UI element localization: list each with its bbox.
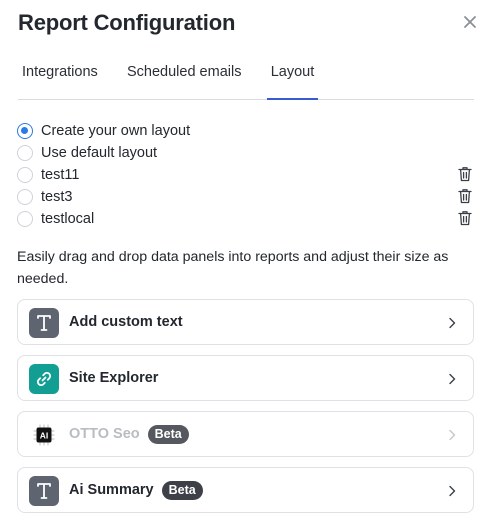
layout-description: Easily drag and drop data panels into re… <box>17 249 449 287</box>
radio-button[interactable] <box>17 145 33 161</box>
text-t-icon <box>29 476 59 506</box>
chevron-right-icon <box>447 484 457 497</box>
beta-badge: Beta <box>147 424 189 444</box>
tab-bar: Integrations Scheduled emails Layout <box>18 56 474 100</box>
layout-option-create-own[interactable]: Create your own layout <box>17 120 477 142</box>
layout-option-test3[interactable]: test3 <box>17 186 477 208</box>
panel-ai-summary[interactable]: Ai Summary Beta <box>17 467 474 513</box>
trash-icon[interactable] <box>458 210 472 226</box>
dialog-title: Report Configuration <box>18 10 236 35</box>
svg-text:AI: AI <box>40 431 49 441</box>
link-icon <box>29 364 59 394</box>
layout-options: Create your own layout Use default layou… <box>17 120 477 230</box>
layout-option-label: test3 <box>41 189 73 205</box>
dialog-header: Report Configuration <box>18 8 478 38</box>
radio-button[interactable] <box>17 167 33 183</box>
chevron-right-icon <box>447 372 457 385</box>
ai-chip-icon: AI <box>29 420 59 450</box>
layout-option-test11[interactable]: test11 <box>17 164 477 186</box>
trash-icon[interactable] <box>458 188 472 204</box>
layout-option-label: test11 <box>41 167 80 183</box>
panel-label: Site Explorer <box>69 370 159 386</box>
text-t-icon <box>29 308 59 338</box>
panel-label: OTTO Seo Beta <box>69 412 189 456</box>
panel-label: Add custom text <box>69 314 183 330</box>
layout-option-label: Create your own layout <box>41 123 191 139</box>
panel-site-explorer[interactable]: Site Explorer <box>17 355 474 401</box>
trash-icon[interactable] <box>458 166 472 182</box>
layout-option-default[interactable]: Use default layout <box>17 142 477 164</box>
panel-label: Ai Summary Beta <box>69 468 203 512</box>
layout-option-label: Use default layout <box>41 145 158 161</box>
radio-button[interactable] <box>17 189 33 205</box>
layout-option-testlocal[interactable]: testlocal <box>17 208 477 230</box>
radio-button[interactable] <box>17 211 33 227</box>
close-icon[interactable] <box>462 14 478 30</box>
radio-button[interactable] <box>17 123 33 139</box>
chevron-right-icon <box>447 428 457 441</box>
panel-add-custom-text[interactable]: Add custom text <box>17 299 474 345</box>
layout-option-label: testlocal <box>41 211 95 227</box>
tab-layout[interactable]: Layout <box>267 56 318 100</box>
tab-integrations[interactable]: Integrations <box>20 56 100 99</box>
chevron-right-icon <box>447 316 457 329</box>
panel-otto-seo: AI OTTO Seo Beta <box>17 411 474 457</box>
beta-badge: Beta <box>161 480 203 500</box>
tab-scheduled-emails[interactable]: Scheduled emails <box>125 56 243 99</box>
